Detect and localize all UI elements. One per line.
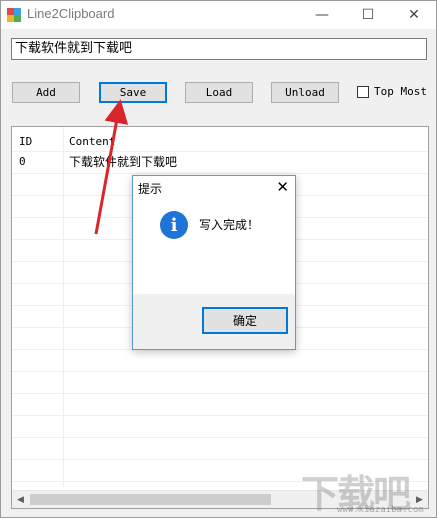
top-most-label[interactable]: Top Most [374,85,427,98]
info-icon: i [160,211,188,239]
row-divider [12,415,428,416]
row-divider [12,151,428,152]
unload-button[interactable]: Unload [271,82,339,103]
row-divider [12,371,428,372]
window-title: Line2Clipboard [27,6,115,21]
minimize-button[interactable]: — [299,1,345,29]
row-divider [12,459,428,460]
save-button[interactable]: Save [99,82,167,103]
column-header-id[interactable]: ID [19,135,32,148]
watermark-url: www.xiazaiba.com [337,505,424,515]
column-divider [63,127,64,487]
app-window: Line2Clipboard — ☐ ✕ 下载软件就到下载吧 Add Save … [0,0,437,518]
dialog-close-icon[interactable]: ✕ [276,178,289,196]
row-divider [12,173,428,174]
dialog-message: 写入完成！ [199,218,260,232]
load-button[interactable]: Load [185,82,253,103]
dialog-body [133,200,295,294]
maximize-icon: ☐ [361,7,375,23]
scroll-left-icon[interactable]: ◀ [12,491,29,508]
add-button[interactable]: Add [12,82,80,103]
row-divider [12,393,428,394]
close-icon: ✕ [408,7,420,23]
close-button[interactable]: ✕ [391,1,437,29]
maximize-button[interactable]: ☐ [345,1,391,29]
line-text-input[interactable]: 下载软件就到下载吧 [11,38,427,60]
title-bar[interactable]: Line2Clipboard — ☐ ✕ [1,1,436,29]
column-header-content[interactable]: Content [69,135,115,148]
info-dialog: 提示 ✕ i 写入完成！ 确定 [132,175,296,350]
top-most-checkbox[interactable] [357,86,369,98]
app-icon [7,8,21,22]
ok-button[interactable]: 确定 [202,307,288,334]
minimize-icon: — [315,7,329,23]
row-divider [12,437,428,438]
row-id-cell[interactable]: 0 [19,155,26,168]
dialog-title: 提示 [138,182,163,196]
row-content-cell[interactable]: 下载软件就到下载吧 [69,153,177,170]
scroll-thumb[interactable] [30,494,271,505]
dialog-title-bar[interactable]: 提示 ✕ [133,176,295,200]
